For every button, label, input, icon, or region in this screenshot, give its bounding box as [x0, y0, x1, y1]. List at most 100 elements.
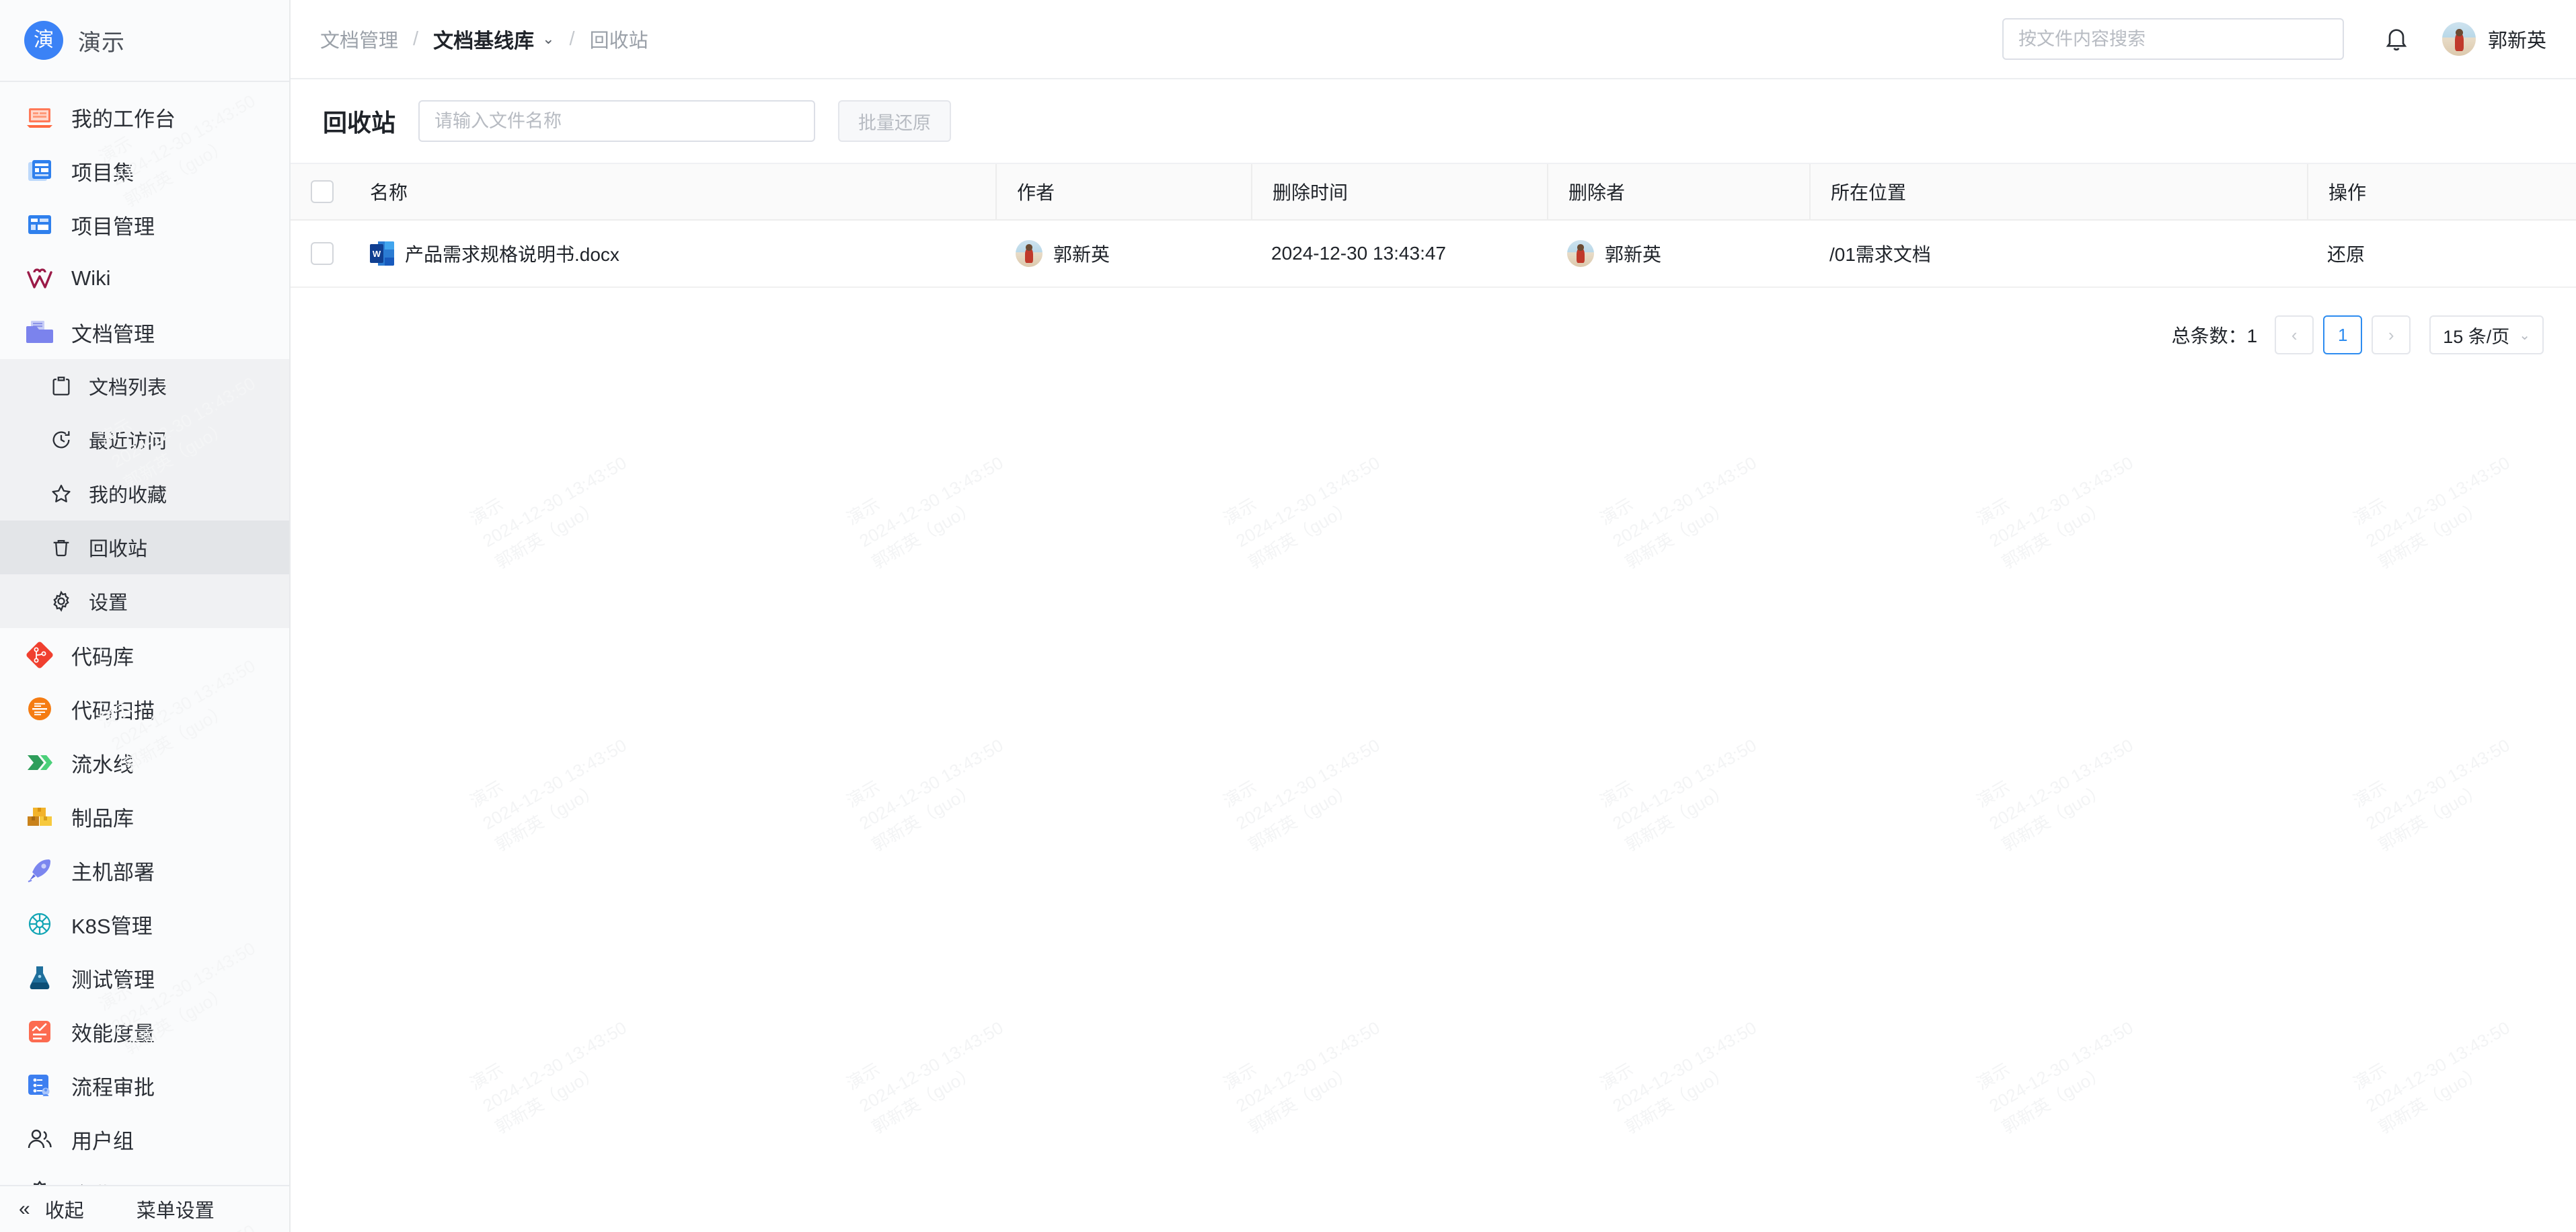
sidebar-item-label: 企业设置	[71, 1178, 155, 1186]
sidebar-item-efficiency-metrics[interactable]: 效能度量	[0, 1005, 289, 1058]
workspace-logo[interactable]: 演 演示	[0, 0, 289, 83]
sidebar-subitem-settings[interactable]: 设置	[0, 574, 289, 628]
page-size-select[interactable]: 15 条/页 ⌄	[2429, 315, 2544, 354]
table-row[interactable]: W 产品需求规格说明书.docx 郭新英 2024-12-30 13:43:47…	[291, 220, 2576, 287]
prev-page-button[interactable]: ‹	[2275, 315, 2314, 354]
row-select-cell	[291, 220, 350, 287]
project-management-icon	[26, 210, 54, 239]
pagination: 总条数：1 ‹ 1 › 15 条/页 ⌄	[291, 288, 2576, 362]
code-scan-icon	[26, 695, 54, 723]
breadcrumb-current-dropdown[interactable]: 文档基线库 ⌄	[433, 24, 554, 54]
content-inner: 回收站 批量还原	[291, 79, 2576, 362]
batch-restore-button[interactable]: 批量还原	[838, 100, 952, 142]
sidebar-subitem-label: 回收站	[89, 539, 148, 561]
sidebar-item-enterprise-settings[interactable]: 企业设置	[0, 1166, 289, 1186]
sidebar-item-artifact-repo[interactable]: 制品库	[0, 790, 289, 843]
user-name: 郭新英	[2487, 30, 2546, 52]
avatar	[1016, 240, 1043, 267]
sidebar-subitem-label: 设置	[89, 592, 128, 615]
restore-link[interactable]: 还原	[2327, 240, 2365, 267]
row-checkbox[interactable]	[311, 242, 334, 265]
sidebar-item-label: 效能度量	[71, 1022, 155, 1046]
column-header-delete-time[interactable]: 删除时间	[1251, 164, 1547, 220]
deleter-name: 郭新英	[1605, 244, 1662, 265]
sidebar-item-user-group[interactable]: 用户组	[0, 1112, 289, 1166]
column-header-deleter[interactable]: 删除者	[1547, 164, 1809, 220]
column-label: 删除者	[1568, 182, 1626, 203]
sidebar-item-workbench[interactable]: 我的工作台	[0, 90, 289, 144]
sidebar-item-project-management[interactable]: 项目管理	[0, 198, 289, 252]
column-label: 名称	[370, 182, 408, 203]
sidebar-subitem-label: 我的收藏	[89, 485, 167, 507]
sidebar-item-code-repo[interactable]: 代码库	[0, 628, 289, 682]
sidebar-subitem-document-list[interactable]: 文档列表	[0, 359, 289, 413]
artifact-repo-icon	[26, 802, 54, 831]
sidebar-item-pipeline[interactable]: 流水线	[0, 736, 289, 790]
pipeline-icon	[26, 748, 54, 777]
next-page-button[interactable]: ›	[2372, 315, 2411, 354]
global-search[interactable]	[2002, 18, 2344, 60]
trash-icon	[50, 536, 73, 559]
notification-bell-icon[interactable]	[2383, 26, 2410, 52]
app-root: 演示 2024-12-30 13:43:50 郭新英（guo） 演示 2024-12-3…	[0, 0, 2576, 1232]
column-label: 所在位置	[1831, 182, 1907, 203]
collapse-sidebar-button[interactable]: « 收起	[19, 1195, 84, 1223]
sidebar-item-test-management[interactable]: 测试管理	[0, 951, 289, 1005]
sidebar-item-wiki[interactable]: Wiki	[0, 252, 289, 305]
table-header-row: 名称 作者 删除时间 删除者 所在位置 操作	[291, 164, 2576, 220]
column-header-name[interactable]: 名称	[350, 164, 995, 220]
kubernetes-icon	[26, 910, 54, 938]
sidebar-item-project-set[interactable]: 项目集	[0, 144, 289, 198]
breadcrumb-root[interactable]: 文档管理	[320, 25, 398, 53]
location-path: /01需求文档	[1829, 244, 1931, 265]
sidebar-subitem-label: 最近访问	[89, 431, 167, 453]
workspace-title: 演示	[78, 30, 125, 56]
author-name: 郭新英	[1053, 244, 1110, 265]
column-label: 作者	[1017, 182, 1055, 203]
top-bar-right: 郭新英	[2002, 18, 2546, 60]
total-count: 总条数：1	[2171, 325, 2258, 346]
sidebar-item-code-scan[interactable]: 代码扫描	[0, 682, 289, 736]
sidebar-item-process-approval[interactable]: 流程审批	[0, 1058, 289, 1112]
page-number-1[interactable]: 1	[2323, 315, 2363, 354]
star-icon	[50, 482, 73, 505]
sidebar-subitem-recent[interactable]: 最近访问	[0, 413, 289, 467]
column-header-action[interactable]: 操作	[2307, 164, 2576, 220]
file-name-input[interactable]	[434, 110, 800, 132]
user-menu[interactable]: 郭新英	[2441, 22, 2546, 56]
sidebar-item-label: 流程审批	[71, 1075, 155, 1100]
sidebar-item-label: 流水线	[71, 753, 134, 777]
search-input[interactable]	[2018, 28, 2328, 50]
sidebar-item-host-deploy[interactable]: 主机部署	[0, 843, 289, 897]
breadcrumb: 文档管理 / 文档基线库 ⌄ / 回收站	[320, 24, 648, 54]
gear-icon	[50, 590, 73, 613]
efficiency-metrics-icon	[26, 1017, 54, 1046]
file-name-filter[interactable]	[418, 100, 816, 142]
host-deploy-rocket-icon	[26, 856, 54, 884]
sidebar-item-label: 主机部署	[71, 860, 155, 884]
sidebar-item-document-management[interactable]: 文档管理	[0, 305, 289, 359]
column-label: 删除时间	[1273, 182, 1349, 203]
collapse-label: 收起	[44, 1200, 84, 1223]
column-header-author[interactable]: 作者	[995, 164, 1251, 220]
sidebar-item-label: 制品库	[71, 806, 134, 831]
sidebar-item-label: Wiki	[71, 266, 111, 291]
sidebar-subitem-label: 文档列表	[89, 377, 167, 399]
page-size-label: 15 条/页	[2443, 326, 2510, 347]
sidebar-item-k8s[interactable]: K8S管理	[0, 897, 289, 951]
menu-settings-button[interactable]: 菜单设置	[137, 1195, 215, 1223]
recent-clock-icon	[50, 428, 73, 451]
page-title: 回收站	[323, 109, 396, 137]
sidebar-item-label: 测试管理	[71, 968, 155, 992]
sidebar-footer: « 收起 菜单设置	[0, 1185, 289, 1232]
file-name[interactable]: 产品需求规格说明书.docx	[405, 240, 619, 267]
sidebar-subitem-favorites[interactable]: 我的收藏	[0, 467, 289, 521]
sidebar-item-label: 代码扫描	[71, 699, 155, 723]
breadcrumb-separator: /	[569, 28, 575, 50]
column-header-location[interactable]: 所在位置	[1809, 164, 2307, 220]
top-bar: 文档管理 / 文档基线库 ⌄ / 回收站 郭新英	[291, 0, 2576, 79]
sidebar-subitem-recycle-bin[interactable]: 回收站	[0, 521, 289, 575]
select-all-checkbox[interactable]	[311, 180, 334, 203]
sidebar-item-label: 项目集	[71, 161, 134, 185]
cell-delete-time: 2024-12-30 13:43:47	[1251, 220, 1547, 287]
